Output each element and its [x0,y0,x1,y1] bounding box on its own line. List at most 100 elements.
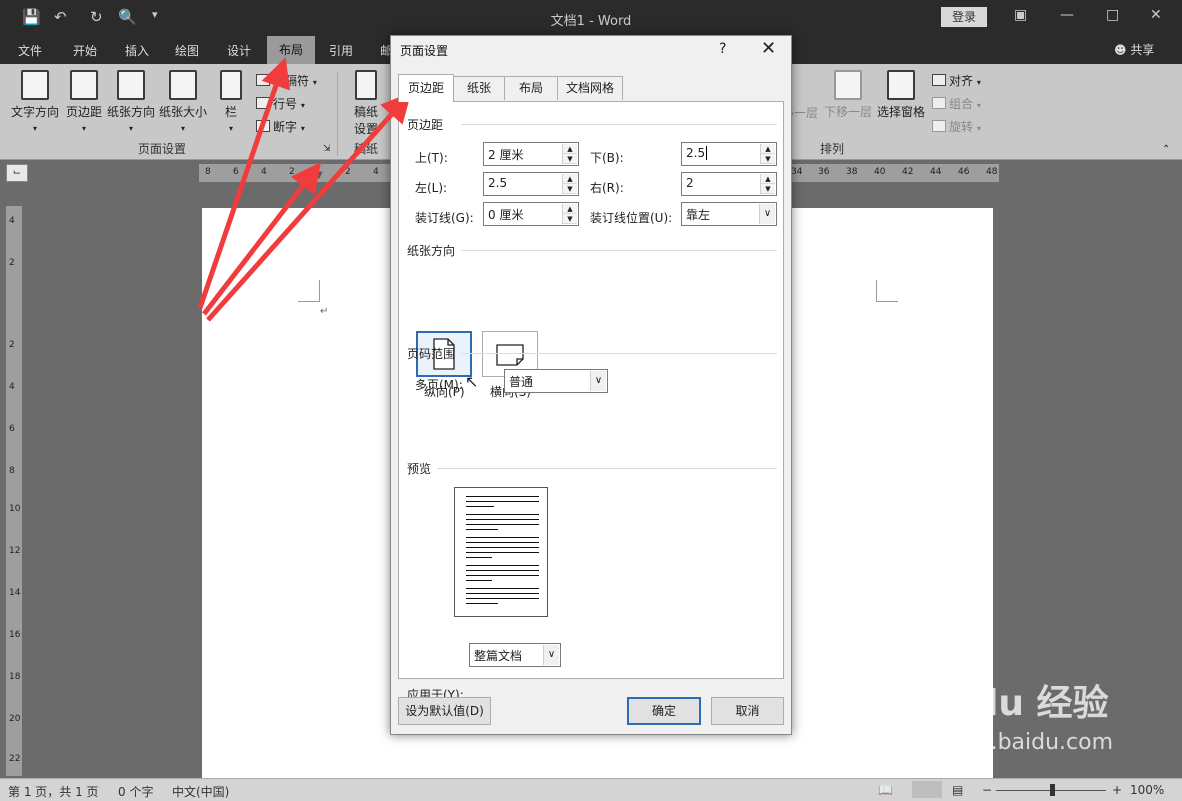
orientation-button[interactable]: 纸张方向 ▾ [106,70,156,134]
maximize-icon[interactable]: □ [1106,7,1119,23]
spin-down-icon[interactable]: ▼ [563,154,577,164]
text-direction-button[interactable]: 文字方向 ▾ [8,70,62,134]
multiple-pages-select[interactable]: 普通 ∨ [504,369,608,393]
draft-settings-button[interactable]: 稿纸 设置 [346,70,386,137]
group-objects-button[interactable]: 组合 ▾ [932,95,981,112]
zoom-out-icon[interactable]: − [982,783,992,797]
dialog-tab-paper[interactable]: 纸张 [453,76,505,100]
bottom-margin-input[interactable]: 2.5 ▲ ▼ [681,142,777,166]
tab-design[interactable]: 设计 [227,42,251,59]
ruler-tick: 36 [818,167,830,177]
dialog-tab-document-grid[interactable]: 文档网格 [557,76,623,100]
ruler-tick: 46 [958,167,970,177]
multiple-pages-value: 普通 [509,375,534,389]
cancel-button[interactable]: 取消 [711,697,784,725]
gutter-position-select[interactable]: 靠左 ∨ [681,202,777,226]
spin-up-icon[interactable]: ▲ [563,204,577,214]
watermark-url: jingyan.baidu.com [910,730,1114,755]
ruler-tick: 6 [233,167,239,177]
margins-section-title: 页边距 [407,118,444,132]
gutter-label: 装订线(G): [415,211,474,225]
right-margin-input[interactable]: 2 ▲ ▼ [681,172,777,196]
close-icon[interactable]: ✕ [761,38,776,59]
section-divider [461,250,777,251]
ruler-tick: 22 [9,754,21,764]
gutter-input[interactable]: 0 厘米 ▲ ▼ [483,202,579,226]
size-button[interactable]: 纸张大小 ▾ [158,70,208,134]
selection-pane-label: 选择窗格 [876,105,925,119]
paragraph-mark-icon: ↵ [320,306,329,317]
left-margin-input[interactable]: 2.5 ▲ ▼ [483,172,579,196]
spin-down-icon[interactable]: ▼ [563,214,577,224]
breaks-button[interactable]: 分隔符 ▾ [256,72,317,89]
tab-layout[interactable]: 布局 [267,36,315,64]
section-divider [437,468,777,469]
set-default-button[interactable]: 设为默认值(D) [398,697,491,725]
collapse-ribbon-icon[interactable]: ⌃ [1162,144,1170,155]
hyphenation-button[interactable]: 断字 ▾ [256,118,305,135]
top-margin-input[interactable]: 2 厘米 ▲ ▼ [483,142,579,166]
read-mode-icon[interactable]: 📖 [878,783,893,797]
text-direction-label: 文字方向 [10,105,59,119]
spin-down-icon[interactable]: ▼ [563,184,577,194]
tab-insert[interactable]: 插入 [125,42,149,59]
share-button[interactable]: ☻ 共享 [1114,41,1154,58]
spin-up-icon[interactable]: ▲ [761,144,775,154]
columns-icon [220,70,242,100]
page-setup-launcher-icon[interactable]: ⇲ [323,144,331,154]
tab-file[interactable]: 文件 [18,42,42,59]
tab-selector-button[interactable]: ⌙ [6,164,28,182]
web-layout-icon[interactable]: ▤ [952,783,963,797]
margins-button[interactable]: 页边距 ▾ [64,70,104,134]
indent-marker-icon[interactable]: ▼ [315,170,323,181]
zoom-in-icon[interactable]: + [1112,783,1122,797]
login-button[interactable]: 登录 [941,7,987,27]
ruler-tick: 8 [205,167,211,177]
spin-down-icon[interactable]: ▼ [761,184,775,194]
align-icon [932,74,946,86]
spin-up-icon[interactable]: ▲ [563,174,577,184]
ruler-tick: 12 [9,546,21,556]
tab-draw[interactable]: 绘图 [175,42,199,59]
minimize-icon[interactable]: — [1060,7,1074,23]
spin-up-icon[interactable]: ▲ [563,144,577,154]
ruler-tick: 18 [9,672,21,682]
ribbon-display-icon[interactable]: ▣ [1014,7,1027,23]
right-margin-value: 2 [686,176,694,190]
chevron-down-icon[interactable]: ∨ [759,204,775,224]
zoom-slider-thumb[interactable] [1050,784,1055,796]
baidu-watermark: Bai du 经验 jingyan.baidu.com [890,668,1170,778]
zoom-level[interactable]: 100% [1130,783,1164,797]
top-margin-label: 上(T): [415,151,448,165]
word-count[interactable]: 0 个字 [118,783,153,800]
orientation-label: 纸张方向 [106,105,155,119]
columns-button[interactable]: 栏 ▾ [216,70,246,134]
help-button[interactable]: ? [719,41,726,57]
watermark-brand: Bai du 经验 [896,683,1109,724]
ruler-tick: 16 [9,630,21,640]
vertical-ruler[interactable]: 4 2 2 4 6 8 10 12 14 16 18 20 22 [6,206,22,776]
tab-references[interactable]: 引用 [329,42,353,59]
tab-home[interactable]: 开始 [73,42,97,59]
language-indicator[interactable]: 中文(中国) [172,783,229,800]
align-button[interactable]: 对齐 ▾ [932,72,981,89]
spin-up-icon[interactable]: ▲ [761,174,775,184]
ruler-tick: 4 [9,216,15,226]
dialog-tab-layout[interactable]: 布局 [504,76,558,100]
send-backward-button[interactable]: 下移一层 [823,70,873,120]
spin-down-icon[interactable]: ▼ [761,154,775,164]
dialog-tab-margins[interactable]: 页边距 [398,74,454,102]
crop-mark [298,280,320,302]
ruler-tick: 10 [9,504,21,514]
print-layout-icon[interactable] [912,781,942,798]
rotate-button[interactable]: 旋转 ▾ [932,118,981,135]
columns-label: 栏 [224,105,237,119]
line-numbers-button[interactable]: 行号 ▾ [256,95,305,112]
chevron-down-icon[interactable]: ∨ [590,371,606,391]
apply-to-select[interactable]: 整篇文档 ∨ [469,643,561,667]
page-count[interactable]: 第 1 页，共 1 页 [8,783,99,800]
ok-button[interactable]: 确定 [627,697,701,725]
selection-pane-button[interactable]: 选择窗格 [876,70,926,120]
chevron-down-icon[interactable]: ∨ [543,645,559,665]
close-window-icon[interactable]: ✕ [1150,7,1162,23]
